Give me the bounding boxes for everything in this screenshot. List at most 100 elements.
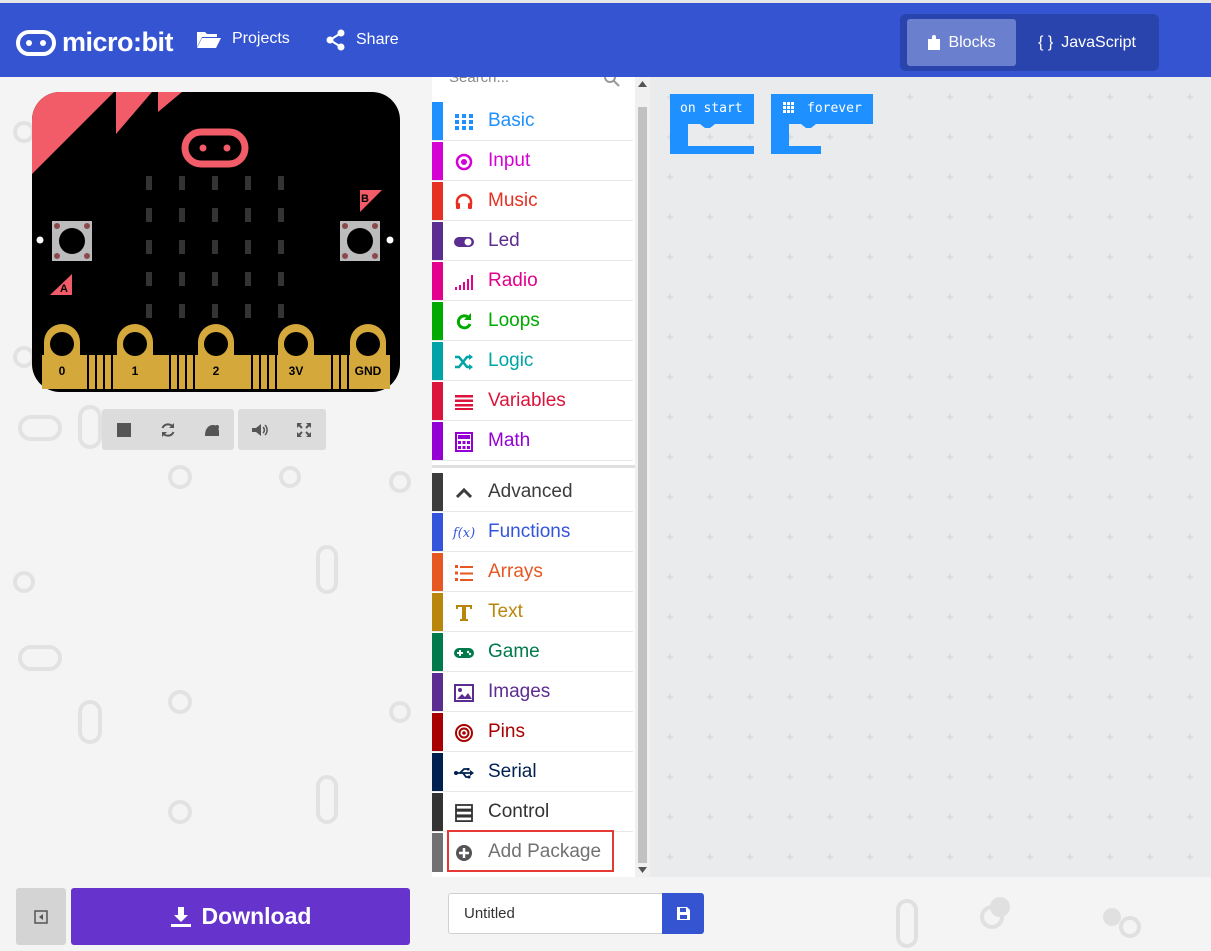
category-label: Loops xyxy=(488,310,540,331)
slow-motion-button[interactable] xyxy=(190,409,234,450)
pin-0-label: 0 xyxy=(59,364,66,378)
category-advanced[interactable]: Advanced xyxy=(432,473,633,512)
category-variables[interactable]: Variables xyxy=(432,382,633,421)
category-label: Pins xyxy=(488,721,525,742)
pin-2-label: 2 xyxy=(213,364,220,378)
grid-icon xyxy=(455,114,473,130)
category-label: Serial xyxy=(488,761,537,782)
restart-button[interactable] xyxy=(146,409,190,450)
bottom-right-bar xyxy=(432,877,1211,951)
download-icon xyxy=(170,906,191,927)
category-arrays[interactable]: Arrays xyxy=(432,553,633,592)
category-label: Led xyxy=(488,230,520,251)
volume-icon xyxy=(252,423,268,436)
category-label: Radio xyxy=(488,270,538,291)
share-icon xyxy=(326,29,345,51)
javascript-tab-label: JavaScript xyxy=(1061,33,1136,51)
pin-1-label: 1 xyxy=(132,364,139,378)
category-game[interactable]: Game xyxy=(432,633,633,672)
category-label: Images xyxy=(488,681,551,702)
category-label: Text xyxy=(488,601,523,622)
mute-button[interactable] xyxy=(238,409,282,450)
simulator-controls-secondary xyxy=(238,409,326,450)
category-label: Math xyxy=(488,430,531,451)
blocks-tab[interactable]: Blocks xyxy=(907,19,1016,66)
microbit-board[interactable]: A B 0 1 2 3V GND xyxy=(32,92,400,392)
category-text[interactable]: Text xyxy=(432,593,633,632)
category-led[interactable]: Led xyxy=(432,222,633,261)
share-button[interactable]: Share xyxy=(326,29,399,51)
javascript-tab[interactable]: { } JavaScript xyxy=(1026,19,1148,66)
download-button[interactable]: Download xyxy=(71,888,410,945)
category-functions[interactable]: f(x) Functions xyxy=(432,513,633,552)
usb-icon xyxy=(454,768,474,779)
lines-icon xyxy=(455,395,473,410)
fullscreen-button[interactable] xyxy=(282,409,326,450)
simulator-controls xyxy=(102,409,234,450)
scroll-down-icon[interactable] xyxy=(638,867,647,873)
divider xyxy=(432,465,635,468)
target-icon xyxy=(455,724,473,742)
category-math[interactable]: Math xyxy=(432,422,633,461)
editor-toggle: Blocks { } JavaScript xyxy=(900,14,1159,71)
download-label: Download xyxy=(201,903,312,929)
shuffle-icon xyxy=(455,354,473,370)
list-icon xyxy=(455,565,473,581)
toolbox-search[interactable]: Search... xyxy=(432,77,635,97)
projects-button[interactable]: Projects xyxy=(196,29,290,49)
category-basic[interactable]: Basic xyxy=(432,102,633,141)
category-logic[interactable]: Logic xyxy=(432,342,633,381)
toolbox: Search... Basic Input Music Led Radio Lo… xyxy=(432,77,635,877)
headphones-icon xyxy=(455,193,473,209)
server-icon xyxy=(455,804,473,823)
toolbox-scrollbar[interactable] xyxy=(635,77,650,877)
workspace-grid xyxy=(650,77,1211,877)
save-button[interactable] xyxy=(662,893,704,934)
collapse-simulator-button[interactable] xyxy=(16,888,66,945)
scroll-up-icon[interactable] xyxy=(638,81,647,87)
input-icon xyxy=(455,153,473,171)
collapse-icon xyxy=(34,909,48,924)
gamepad-icon xyxy=(454,648,474,658)
share-label: Share xyxy=(356,31,399,48)
category-label: Arrays xyxy=(488,561,543,582)
project-name-input[interactable] xyxy=(448,893,662,934)
category-control[interactable]: Control xyxy=(432,793,633,832)
slow-motion-icon xyxy=(205,424,219,436)
puzzle-icon xyxy=(928,34,941,50)
image-icon xyxy=(454,684,474,702)
category-label: Music xyxy=(488,190,538,211)
category-loops[interactable]: Loops xyxy=(432,302,633,341)
projects-label: Projects xyxy=(232,30,290,47)
category-label: Logic xyxy=(488,350,534,371)
category-pins[interactable]: Pins xyxy=(432,713,633,752)
scrollbar-thumb[interactable] xyxy=(638,107,647,863)
button-a-label: A xyxy=(60,283,68,295)
text-icon xyxy=(456,605,472,621)
braces-icon: { } xyxy=(1038,33,1054,51)
stop-button[interactable] xyxy=(102,409,146,450)
search-input[interactable]: Search... xyxy=(449,77,509,86)
function-icon: f(x) xyxy=(452,525,476,541)
category-label: Functions xyxy=(488,521,571,542)
category-label: Variables xyxy=(488,390,566,411)
top-bar: micro:bit Projects Share Blocks { } Java… xyxy=(0,0,1211,77)
logo-text: micro:bit xyxy=(62,27,174,57)
category-music[interactable]: Music xyxy=(432,182,633,221)
category-serial[interactable]: Serial xyxy=(432,753,633,792)
category-label: Input xyxy=(488,150,531,171)
blocks-workspace[interactable]: on start forever xyxy=(650,77,1211,877)
category-radio[interactable]: Radio xyxy=(432,262,633,301)
category-input[interactable]: Input xyxy=(432,142,633,181)
background-pattern xyxy=(896,897,1141,948)
microbit-logo-icon xyxy=(16,29,56,56)
logo[interactable]: micro:bit xyxy=(16,27,174,58)
button-b-label: B xyxy=(361,193,369,205)
search-icon xyxy=(604,77,620,87)
category-images[interactable]: Images xyxy=(432,673,633,712)
simulator-panel: A B 0 1 2 3V GND xyxy=(0,77,432,877)
restart-icon xyxy=(161,422,175,437)
folder-open-icon xyxy=(197,32,221,48)
bottom-left-bar: Download xyxy=(0,877,432,951)
forever-label: forever xyxy=(807,101,862,116)
